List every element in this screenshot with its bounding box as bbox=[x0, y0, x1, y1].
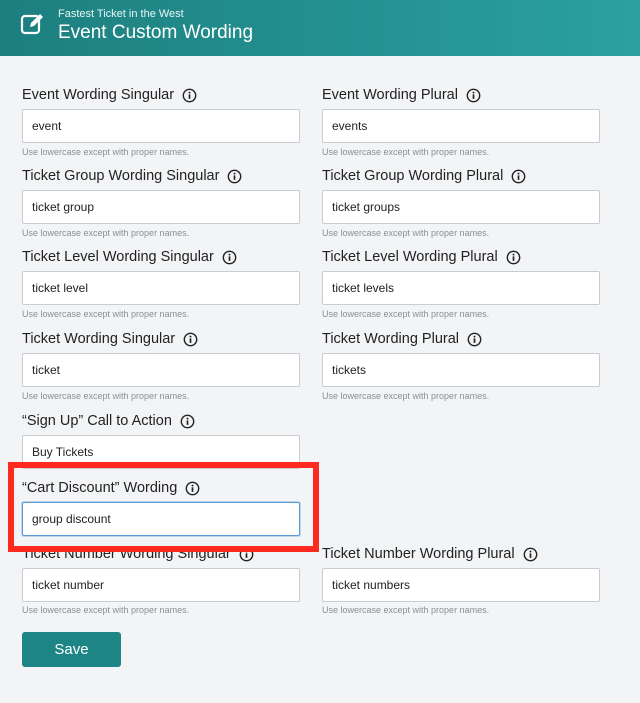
number-plural-label: Ticket Number Wording Plural bbox=[322, 546, 538, 562]
cart-discount-label: “Cart Discount” Wording bbox=[22, 480, 200, 496]
number-plural-help: Use lowercase except with proper names. bbox=[322, 605, 490, 615]
event-singular-input[interactable] bbox=[22, 109, 300, 143]
sign-up-cta-input[interactable] bbox=[22, 435, 300, 469]
info-icon[interactable] bbox=[511, 169, 526, 184]
ticket-singular-input[interactable] bbox=[22, 353, 300, 387]
group-singular-help: Use lowercase except with proper names. bbox=[22, 228, 190, 238]
edit-icon bbox=[20, 11, 46, 37]
level-plural-label: Ticket Level Wording Plural bbox=[322, 249, 521, 265]
number-singular-input[interactable] bbox=[22, 568, 300, 602]
group-plural-input[interactable] bbox=[322, 190, 600, 224]
number-singular-label: Ticket Number Wording Singular bbox=[22, 546, 254, 562]
ticket-plural-help: Use lowercase except with proper names. bbox=[322, 391, 490, 401]
event-singular-label: Event Wording Singular bbox=[22, 87, 197, 103]
info-icon[interactable] bbox=[222, 250, 237, 265]
app-subtitle: Fastest Ticket in the West bbox=[58, 8, 184, 20]
number-singular-help: Use lowercase except with proper names. bbox=[22, 605, 190, 615]
info-icon[interactable] bbox=[185, 481, 200, 496]
ticket-singular-label: Ticket Wording Singular bbox=[22, 331, 198, 347]
ticket-plural-label: Ticket Wording Plural bbox=[322, 331, 482, 347]
page-header: Fastest Ticket in the West Event Custom … bbox=[0, 0, 640, 56]
info-icon[interactable] bbox=[467, 332, 482, 347]
cart-discount-input[interactable] bbox=[22, 502, 300, 536]
ticket-singular-help: Use lowercase except with proper names. bbox=[22, 391, 190, 401]
info-icon[interactable] bbox=[506, 250, 521, 265]
level-singular-help: Use lowercase except with proper names. bbox=[22, 309, 190, 319]
event-singular-help: Use lowercase except with proper names. bbox=[22, 147, 190, 157]
info-icon[interactable] bbox=[466, 88, 481, 103]
info-icon[interactable] bbox=[239, 547, 254, 562]
info-icon[interactable] bbox=[182, 88, 197, 103]
info-icon[interactable] bbox=[180, 414, 195, 429]
level-plural-input[interactable] bbox=[322, 271, 600, 305]
info-icon[interactable] bbox=[183, 332, 198, 347]
group-plural-label: Ticket Group Wording Plural bbox=[322, 168, 526, 184]
group-plural-help: Use lowercase except with proper names. bbox=[322, 228, 490, 238]
event-plural-input[interactable] bbox=[322, 109, 600, 143]
save-button[interactable]: Save bbox=[22, 632, 121, 667]
ticket-plural-input[interactable] bbox=[322, 353, 600, 387]
event-plural-label: Event Wording Plural bbox=[322, 87, 481, 103]
level-singular-input[interactable] bbox=[22, 271, 300, 305]
sign-up-cta-label: “Sign Up” Call to Action bbox=[22, 413, 195, 429]
level-singular-label: Ticket Level Wording Singular bbox=[22, 249, 237, 265]
level-plural-help: Use lowercase except with proper names. bbox=[322, 309, 490, 319]
group-singular-label: Ticket Group Wording Singular bbox=[22, 168, 242, 184]
info-icon[interactable] bbox=[227, 169, 242, 184]
event-plural-help: Use lowercase except with proper names. bbox=[322, 147, 490, 157]
page-title: Event Custom Wording bbox=[58, 22, 254, 43]
number-plural-input[interactable] bbox=[322, 568, 600, 602]
info-icon[interactable] bbox=[523, 547, 538, 562]
group-singular-input[interactable] bbox=[22, 190, 300, 224]
